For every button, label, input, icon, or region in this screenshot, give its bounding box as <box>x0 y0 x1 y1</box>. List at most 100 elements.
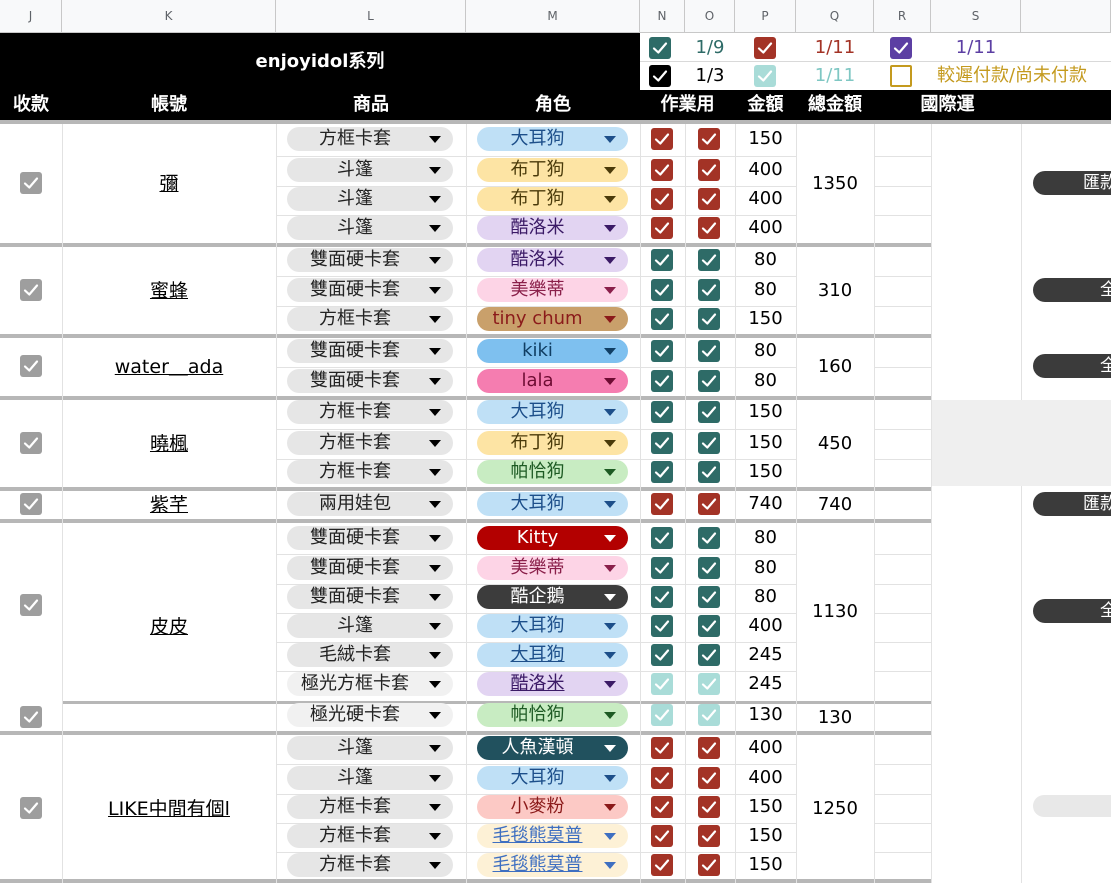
product-dropdown[interactable]: 雙面硬卡套 <box>287 278 453 302</box>
work-checkbox-o[interactable] <box>698 586 720 608</box>
transfer-status-pill[interactable]: 全 <box>1033 599 1111 623</box>
role-dropdown[interactable]: 布丁狗 <box>477 187 628 211</box>
paid-checkbox[interactable] <box>20 172 42 194</box>
work-checkbox-n[interactable] <box>651 737 673 759</box>
paid-checkbox[interactable] <box>20 706 42 728</box>
legend-checkbox-2[interactable] <box>890 37 912 59</box>
transfer-status-pill[interactable]: 匯款 <box>1033 171 1111 195</box>
work-checkbox-n[interactable] <box>651 615 673 637</box>
work-checkbox-n[interactable] <box>651 854 673 876</box>
work-checkbox-n[interactable] <box>651 825 673 847</box>
work-checkbox-n[interactable] <box>651 673 673 695</box>
role-dropdown[interactable]: 大耳狗 <box>477 614 628 638</box>
column-header-p[interactable]: P <box>735 0 796 33</box>
work-checkbox-n[interactable] <box>651 188 673 210</box>
work-checkbox-o[interactable] <box>698 493 720 515</box>
product-dropdown[interactable]: 雙面硬卡套 <box>287 526 453 550</box>
account-name[interactable]: 蜜蜂 <box>62 278 276 304</box>
work-checkbox-o[interactable] <box>698 308 720 330</box>
work-checkbox-o[interactable] <box>698 854 720 876</box>
role-dropdown[interactable]: 酷洛米 <box>477 672 628 696</box>
work-checkbox-o[interactable] <box>698 767 720 789</box>
paid-checkbox[interactable] <box>20 279 42 301</box>
paid-checkbox[interactable] <box>20 432 42 454</box>
work-checkbox-n[interactable] <box>651 461 673 483</box>
column-header-q[interactable]: Q <box>796 0 874 33</box>
role-dropdown[interactable]: tiny chum <box>477 307 628 331</box>
account-name[interactable]: water＿ada <box>62 354 276 380</box>
column-header-r[interactable]: R <box>874 0 931 33</box>
product-dropdown[interactable]: 斗篷 <box>287 736 453 760</box>
work-checkbox-n[interactable] <box>651 493 673 515</box>
product-dropdown[interactable]: 毛絨卡套 <box>287 643 453 667</box>
role-dropdown[interactable]: kiki <box>477 339 628 363</box>
role-dropdown[interactable]: 酷企鵝 <box>477 585 628 609</box>
work-checkbox-o[interactable] <box>698 188 720 210</box>
role-dropdown[interactable]: 毛毯熊莫普 <box>477 824 628 848</box>
role-dropdown[interactable]: 小麥粉 <box>477 795 628 819</box>
work-checkbox-n[interactable] <box>651 527 673 549</box>
work-checkbox-o[interactable] <box>698 340 720 362</box>
role-dropdown[interactable]: 大耳狗 <box>477 492 628 516</box>
account-name[interactable]: 皮皮 <box>62 614 276 640</box>
product-dropdown[interactable]: 雙面硬卡套 <box>287 556 453 580</box>
paid-checkbox[interactable] <box>20 594 42 616</box>
account-name[interactable]: 紫芊 <box>62 492 276 518</box>
legend-checkbox-0[interactable] <box>649 37 671 59</box>
role-dropdown[interactable]: 大耳狗 <box>477 400 628 424</box>
paid-checkbox[interactable] <box>20 355 42 377</box>
work-checkbox-n[interactable] <box>651 432 673 454</box>
work-checkbox-o[interactable] <box>698 461 720 483</box>
role-dropdown[interactable]: 酷洛米 <box>477 248 628 272</box>
role-dropdown[interactable]: 大耳狗 <box>477 643 628 667</box>
legend-checkbox-5[interactable] <box>890 65 912 87</box>
role-dropdown[interactable]: 大耳狗 <box>477 766 628 790</box>
product-dropdown[interactable]: 方框卡套 <box>287 460 453 484</box>
account-name[interactable]: 彌 <box>62 171 276 197</box>
role-dropdown[interactable]: 大耳狗 <box>477 127 628 151</box>
product-dropdown[interactable]: 雙面硬卡套 <box>287 369 453 393</box>
role-dropdown[interactable]: 布丁狗 <box>477 431 628 455</box>
account-name[interactable]: 曉楓 <box>62 431 276 457</box>
transfer-status-pill[interactable]: 全 <box>1033 278 1111 302</box>
work-checkbox-n[interactable] <box>651 557 673 579</box>
product-dropdown[interactable]: 斗篷 <box>287 766 453 790</box>
product-dropdown[interactable]: 斗篷 <box>287 158 453 182</box>
account-name[interactable]: LIKE中間有個l <box>62 796 276 822</box>
work-checkbox-o[interactable] <box>698 796 720 818</box>
product-dropdown[interactable]: 方框卡套 <box>287 824 453 848</box>
work-checkbox-o[interactable] <box>698 704 720 726</box>
work-checkbox-n[interactable] <box>651 644 673 666</box>
product-dropdown[interactable]: 斗篷 <box>287 216 453 240</box>
work-checkbox-n[interactable] <box>651 308 673 330</box>
column-header-n[interactable]: N <box>640 0 685 33</box>
work-checkbox-n[interactable] <box>651 704 673 726</box>
work-checkbox-n[interactable] <box>651 128 673 150</box>
product-dropdown[interactable]: 方框卡套 <box>287 127 453 151</box>
column-header-k[interactable]: K <box>62 0 276 33</box>
role-dropdown[interactable]: 帕恰狗 <box>477 703 628 727</box>
work-checkbox-o[interactable] <box>698 159 720 181</box>
product-dropdown[interactable]: 方框卡套 <box>287 307 453 331</box>
transfer-status-pill[interactable]: 匯款 <box>1033 492 1111 516</box>
work-checkbox-n[interactable] <box>651 159 673 181</box>
work-checkbox-o[interactable] <box>698 615 720 637</box>
column-header-j[interactable]: J <box>0 0 62 33</box>
product-dropdown[interactable]: 雙面硬卡套 <box>287 585 453 609</box>
paid-checkbox[interactable] <box>20 493 42 515</box>
product-dropdown[interactable]: 斗篷 <box>287 187 453 211</box>
role-dropdown[interactable]: 毛毯熊莫普 <box>477 853 628 877</box>
column-header-o[interactable]: O <box>685 0 735 33</box>
product-dropdown[interactable]: 雙面硬卡套 <box>287 339 453 363</box>
legend-checkbox-1[interactable] <box>754 37 776 59</box>
column-header-blank[interactable] <box>1021 0 1111 33</box>
product-dropdown[interactable]: 極光硬卡套 <box>287 703 453 727</box>
transfer-status-pill[interactable]: 全 <box>1033 354 1111 378</box>
role-dropdown[interactable]: 酷洛米 <box>477 216 628 240</box>
role-dropdown[interactable]: 美樂蒂 <box>477 278 628 302</box>
column-header-m[interactable]: M <box>466 0 640 33</box>
work-checkbox-o[interactable] <box>698 128 720 150</box>
work-checkbox-n[interactable] <box>651 279 673 301</box>
work-checkbox-o[interactable] <box>698 644 720 666</box>
work-checkbox-o[interactable] <box>698 557 720 579</box>
